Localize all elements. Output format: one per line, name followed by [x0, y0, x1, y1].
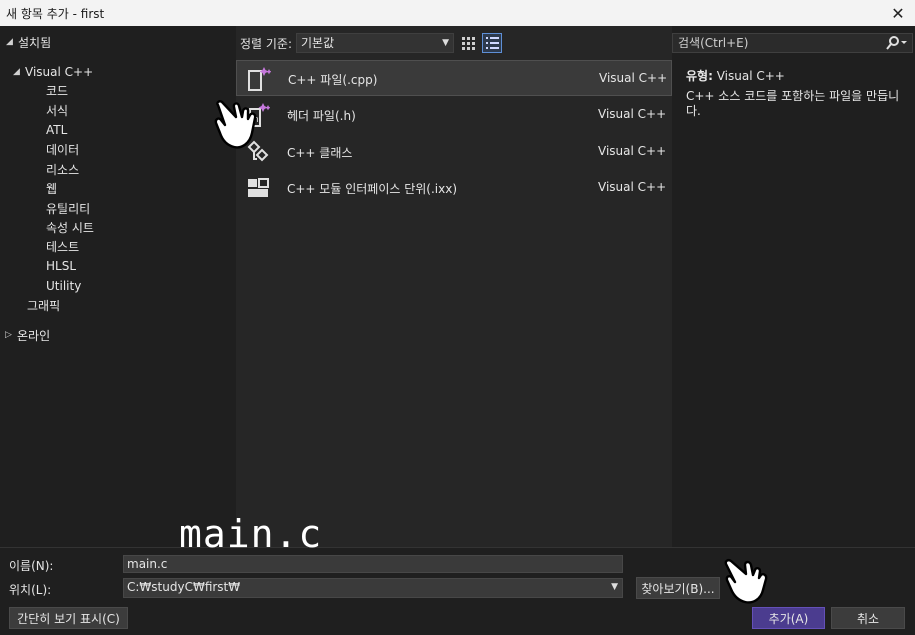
annotation-text: main.c	[179, 512, 323, 556]
tree-online[interactable]: ▷ 온라인	[5, 326, 50, 344]
type-line: 유형: Visual C++	[686, 67, 785, 84]
template-name: C++ 파일(.cpp)	[288, 73, 378, 87]
window-title: 새 항목 추가 - first	[6, 7, 105, 21]
tree-item-data[interactable]: 데이터	[46, 140, 79, 158]
details-pane: 검색(Ctrl+E) 유형: Visual C++ C++ 소스 코드를 포함하…	[672, 26, 915, 547]
tree-item-atl[interactable]: ATL	[46, 121, 67, 139]
add-button[interactable]: 추가(A)	[752, 607, 825, 629]
cpp-file-icon	[248, 67, 271, 91]
type-label: 유형:	[686, 69, 713, 83]
tree-item-test[interactable]: 테스트	[46, 237, 79, 255]
template-name: C++ 모듈 인터페이스 단위(.ixx)	[287, 182, 458, 196]
hand-cursor-icon	[724, 559, 768, 604]
template-type: Visual C++	[599, 71, 668, 85]
list-view-icon	[485, 37, 499, 49]
chevron-down-icon: ▼	[442, 38, 449, 48]
tree-item-web[interactable]: 웹	[46, 179, 57, 197]
search-icon[interactable]	[884, 35, 908, 51]
type-value: Visual C++	[716, 69, 785, 83]
tree-online-label: 온라인	[17, 328, 51, 343]
tree-visual-cpp-label: Visual C++	[25, 65, 94, 79]
template-description: C++ 소스 코드를 포함하는 파일을 만듭니다.	[686, 89, 900, 118]
location-label: 위치(L):	[9, 583, 52, 597]
template-type: Visual C++	[598, 107, 667, 121]
location-value: C:₩studyC₩first₩	[127, 580, 241, 594]
template-row-class[interactable]: C++ 클래스 Visual C++	[236, 134, 672, 170]
name-label: 이름(N):	[9, 559, 54, 573]
name-field[interactable]: main.c	[123, 555, 623, 573]
template-name: 헤더 파일(.h)	[287, 109, 356, 123]
sort-value: 기본값	[301, 36, 335, 50]
expand-icon[interactable]: ▷	[5, 330, 17, 340]
grid-view-button[interactable]	[458, 33, 478, 53]
tree-item-property-sheet[interactable]: 속성 시트	[46, 218, 94, 236]
template-type: Visual C++	[598, 180, 667, 194]
search-placeholder: 검색(Ctrl+E)	[678, 36, 749, 50]
grid-view-icon	[461, 36, 475, 50]
title-bar: 새 항목 추가 - first ✕	[0, 0, 915, 26]
bottom-form: 이름(N): main.c 위치(L): C:₩studyC₩first₩ ▼ …	[0, 547, 915, 635]
category-tree: ◢ 설치됨 ◢ Visual C++ 코드 서식 ATL 데이터 리소스 웹 유…	[0, 26, 236, 547]
template-row-module[interactable]: C++ 모듈 인터페이스 단위(.ixx) Visual C++	[236, 170, 672, 206]
search-input[interactable]: 검색(Ctrl+E)	[672, 33, 913, 53]
compact-view-button[interactable]: 간단히 보기 표시(C)	[9, 607, 128, 629]
location-field[interactable]: C:₩studyC₩first₩ ▼	[123, 578, 623, 598]
hand-cursor-icon	[214, 100, 257, 149]
template-row-cpp[interactable]: C++ 파일(.cpp) Visual C++	[236, 60, 672, 96]
tree-item-utility[interactable]: Utility	[46, 277, 81, 295]
collapse-icon[interactable]: ◢	[13, 67, 25, 77]
tree-item-hlsl[interactable]: HLSL	[46, 257, 76, 275]
chevron-down-icon[interactable]: ▼	[611, 579, 618, 595]
cancel-button[interactable]: 취소	[831, 607, 905, 629]
collapse-icon[interactable]: ◢	[6, 37, 18, 47]
tree-item-graphics[interactable]: 그래픽	[27, 296, 60, 314]
browse-button[interactable]: 찾아보기(B)...	[636, 577, 720, 599]
tree-visual-cpp[interactable]: ◢ Visual C++	[13, 63, 93, 81]
module-interface-icon	[248, 178, 269, 197]
template-row-header[interactable]: h 헤더 파일(.h) Visual C++	[236, 97, 672, 133]
template-type: Visual C++	[598, 144, 667, 158]
template-name: C++ 클래스	[287, 146, 353, 160]
template-list-pane: 정렬 기준: 기본값 ▼ C++ 파일(.cpp) Visual C++ h 헤…	[236, 26, 672, 547]
close-icon[interactable]: ✕	[881, 0, 915, 26]
tree-installed-label: 설치됨	[18, 35, 52, 50]
tree-item-resource[interactable]: 리소스	[46, 160, 79, 178]
list-view-button[interactable]	[482, 33, 502, 53]
tree-item-format[interactable]: 서식	[46, 101, 68, 119]
tree-installed[interactable]: ◢ 설치됨	[6, 33, 51, 51]
tree-item-code[interactable]: 코드	[46, 81, 68, 99]
sort-dropdown[interactable]: 기본값 ▼	[296, 33, 454, 53]
sort-label: 정렬 기준:	[240, 37, 293, 51]
tree-item-utility-ko[interactable]: 유틸리티	[46, 199, 90, 217]
